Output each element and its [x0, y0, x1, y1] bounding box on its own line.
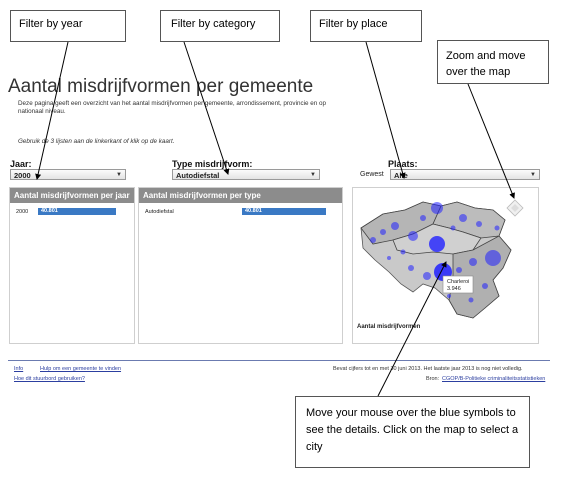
callout-mouse-hint-text: Move your mouse over the blue symbols to…	[306, 407, 519, 453]
map-tooltip: Charleroi 3.946	[442, 275, 474, 294]
page-intro: Deze pagina geeft een overzicht van het …	[18, 100, 327, 115]
callout-zoom-move-text: Zoom and move over the map	[446, 50, 526, 78]
year-panel: Aantal misdrijfvormen per jaar 2000 40.8…	[9, 187, 135, 344]
year-select-value: 2000	[14, 171, 31, 180]
year-panel-header: Aantal misdrijfvormen per jaar	[10, 188, 134, 203]
belgium-map[interactable]: Charleroi 3.946 Aantal misdrijfvormen	[353, 188, 538, 343]
chevron-down-icon: ▼	[116, 172, 122, 178]
category-select-value: Autodiefstal	[176, 171, 220, 180]
type-row-value: 40.801	[245, 208, 262, 214]
callout-filter-place: Filter by place	[310, 10, 422, 42]
callout-zoom-move: Zoom and move over the map	[437, 40, 549, 84]
tooltip-value: 3.946	[447, 286, 461, 292]
page-hint: Gebruik de 3 lijsten aan de linkerkant o…	[18, 138, 175, 145]
page-title: Aantal misdrijfvormen per gemeente	[8, 76, 314, 97]
map-caption: Aantal misdrijfvormen	[357, 324, 421, 330]
place-select-value: Alle	[394, 171, 408, 180]
footer-link-hulp[interactable]: Hulp om een gemeente te vinden	[40, 366, 121, 372]
type-panel: Aantal misdrijfvormen per type Autodiefs…	[138, 187, 343, 344]
callout-filter-year: Filter by year	[10, 10, 126, 42]
place-prefix: Gewest	[360, 171, 384, 178]
callout-filter-category: Filter by category	[160, 10, 280, 42]
callout-filter-category-text: Filter by category	[171, 18, 256, 30]
callout-filter-place-text: Filter by place	[319, 18, 388, 30]
type-row-bar[interactable]: 40.801	[242, 208, 326, 215]
callout-filter-year-text: Filter by year	[19, 18, 83, 30]
year-row-bar[interactable]: 40.801	[38, 208, 116, 215]
chevron-down-icon: ▼	[310, 172, 316, 178]
footer-note: Bevat cijfers tot en met 30 juni 2013. H…	[333, 366, 523, 372]
type-panel-header: Aantal misdrijfvormen per type	[139, 188, 342, 203]
arrow-zoom	[467, 83, 515, 199]
callout-mouse-hint: Move your mouse over the blue symbols to…	[295, 396, 530, 468]
arrow-place	[365, 41, 406, 179]
tooltip-city: Charleroi	[447, 279, 469, 285]
type-row-label[interactable]: Autodiefstal	[145, 209, 174, 215]
year-label: Jaar:	[10, 159, 32, 169]
map-panel[interactable]: Charleroi 3.946 Aantal misdrijfvormen	[352, 187, 539, 344]
footer-divider	[8, 360, 550, 361]
year-row-value: 40.801	[41, 208, 58, 214]
footer-source-link[interactable]: CGOP/B-Politieke criminaliteitsstatistie…	[442, 376, 545, 382]
chevron-down-icon: ▼	[530, 172, 536, 178]
footer-link-gebruik[interactable]: Hoe dit stuurbord gebruiken?	[14, 376, 85, 382]
place-select[interactable]: Alle ▼	[390, 169, 540, 180]
year-row-label[interactable]: 2000	[16, 209, 28, 215]
category-label: Type misdrijfvorm:	[172, 159, 253, 169]
footer-source-label: Bron:	[426, 376, 440, 382]
year-select[interactable]: 2000 ▼	[10, 169, 126, 180]
footer-link-info[interactable]: Info	[14, 366, 23, 372]
zoom-control-icon[interactable]	[506, 199, 524, 217]
category-select[interactable]: Autodiefstal ▼	[172, 169, 320, 180]
place-label: Plaats:	[388, 159, 418, 169]
